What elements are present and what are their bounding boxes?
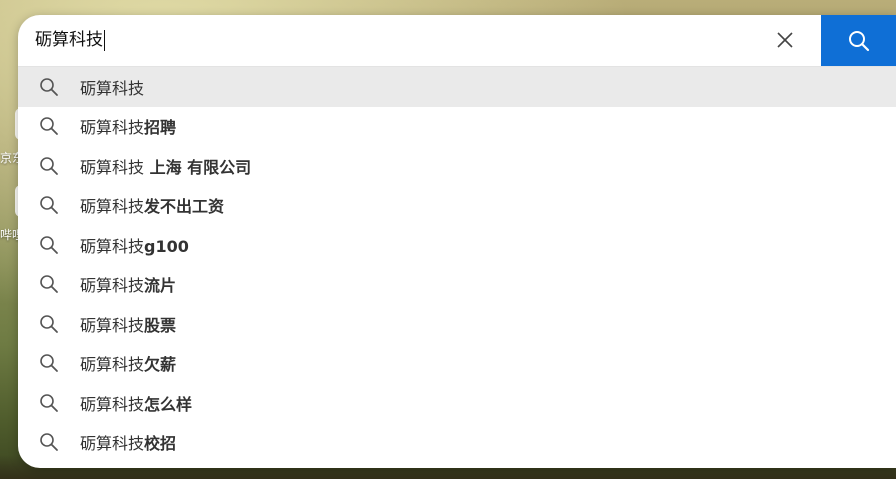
suggestion-prefix: 砺算科技 — [80, 118, 145, 138]
suggestion-prefix: 砺算科技 — [80, 315, 145, 335]
search-icon — [38, 431, 60, 453]
search-panel: 砺算科技 砺算科技 砺算科技招聘 砺算科技 上海 有限公司 砺算科技发不出工资 砺算科技… — [18, 15, 896, 468]
suggestion-prefix: 砺算科技 — [80, 236, 145, 256]
suggestion-text: 砺算科技招聘 — [80, 114, 176, 138]
search-icon — [38, 234, 60, 256]
text-caret — [104, 29, 105, 51]
search-icon — [38, 392, 60, 414]
suggestion-text: 砺算科技 — [80, 75, 144, 99]
search-icon — [38, 76, 60, 98]
search-icon — [38, 352, 60, 374]
suggestion-item[interactable]: 砺算科技怎么样 — [18, 383, 896, 423]
search-icon — [848, 30, 869, 51]
suggestion-prefix: 砺算科技 — [80, 276, 145, 296]
suggestion-item[interactable]: 砺算科技招聘 — [18, 107, 896, 147]
suggestion-item[interactable]: 砺算科技股票 — [18, 304, 896, 344]
search-query-text: 砺算科技 — [35, 30, 103, 50]
suggestion-completion: 流片 — [144, 276, 177, 296]
suggestion-text: 砺算科技 上海 有限公司 — [80, 154, 251, 178]
search-bar: 砺算科技 — [18, 15, 896, 67]
suggestion-completion: g100 — [144, 236, 189, 256]
suggestion-prefix: 砺算科技 — [80, 434, 145, 454]
suggestion-text: 砺算科技g100 — [80, 233, 189, 257]
close-icon — [777, 32, 793, 48]
suggestion-text: 砺算科技发不出工资 — [80, 193, 224, 217]
search-input[interactable]: 砺算科技 — [35, 28, 105, 52]
shortcut-label-bilibili: 哔哩 — [0, 228, 18, 242]
suggestion-list: 砺算科技 砺算科技招聘 砺算科技 上海 有限公司 砺算科技发不出工资 砺算科技g100 砺… — [18, 67, 896, 462]
shortcut-label-jd: 京东 — [0, 151, 18, 165]
suggestion-item[interactable]: 砺算科技欠薪 — [18, 344, 896, 384]
suggestion-prefix: 砺算科技 — [80, 78, 145, 98]
suggestion-prefix: 砺算科技 — [80, 157, 145, 177]
suggestion-prefix: 砺算科技 — [80, 394, 145, 414]
search-icon — [38, 194, 60, 216]
suggestion-item[interactable]: 砺算科技发不出工资 — [18, 186, 896, 226]
suggestion-text: 砺算科技流片 — [80, 272, 176, 296]
clear-button[interactable] — [773, 28, 797, 52]
suggestion-item[interactable]: 砺算科技 — [18, 67, 896, 107]
suggestion-completion: 校招 — [144, 434, 177, 454]
suggestion-item[interactable]: 砺算科技 上海 有限公司 — [18, 146, 896, 186]
suggestion-completion: 发不出工资 — [144, 197, 225, 217]
suggestion-completion: 欠薪 — [144, 355, 177, 375]
suggestion-text: 砺算科技欠薪 — [80, 351, 176, 375]
suggestion-completion: 怎么样 — [144, 394, 193, 414]
search-icon — [38, 273, 60, 295]
suggestion-text: 砺算科技股票 — [80, 312, 176, 336]
suggestion-prefix: 砺算科技 — [80, 355, 145, 375]
search-button[interactable] — [821, 15, 896, 66]
suggestion-item[interactable]: 砺算科技g100 — [18, 225, 896, 265]
search-icon — [38, 155, 60, 177]
suggestion-text: 砺算科技校招 — [80, 430, 176, 454]
suggestion-item[interactable]: 砺算科技校招 — [18, 423, 896, 463]
suggestion-completion: 股票 — [144, 315, 177, 335]
search-icon — [38, 313, 60, 335]
suggestion-completion: 招聘 — [144, 118, 177, 138]
suggestion-item[interactable]: 砺算科技流片 — [18, 265, 896, 305]
suggestion-completion: 上海 有限公司 — [144, 157, 252, 177]
suggestion-text: 砺算科技怎么样 — [80, 391, 192, 415]
search-icon — [38, 115, 60, 137]
suggestion-prefix: 砺算科技 — [80, 197, 145, 217]
